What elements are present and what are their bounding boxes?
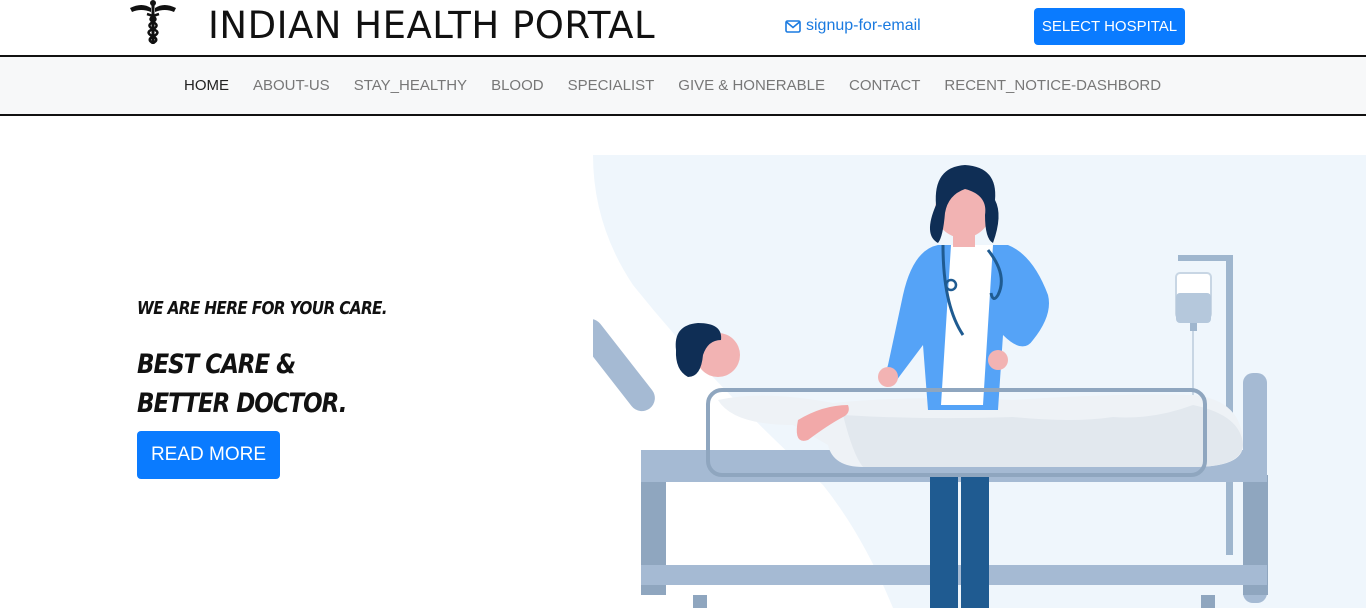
signup-email-label: signup-for-email <box>806 17 921 34</box>
main-navbar: HOME ABOUT-US STAY_HEALTHY BLOOD SPECIAL… <box>0 55 1366 116</box>
nav-item-specialist[interactable]: SPECIALIST <box>568 77 655 94</box>
hero-title-line-1: BEST CARE & <box>137 349 296 380</box>
caduceus-logo-icon[interactable] <box>128 0 178 46</box>
hero-tagline: WE ARE HERE FOR YOUR CARE. <box>137 298 388 319</box>
hero-title: BEST CARE & BETTER DOCTOR. <box>137 345 347 423</box>
nav-item-about-us[interactable]: ABOUT-US <box>253 77 330 94</box>
envelope-icon <box>785 19 801 33</box>
nav-item-give-honerable[interactable]: GIVE & HONERABLE <box>678 77 825 94</box>
signup-email-link[interactable]: signup-for-email <box>785 17 921 35</box>
nav-item-recent-notice-dashbord[interactable]: RECENT_NOTICE-DASHBORD <box>944 77 1161 94</box>
top-header: INDIAN HEALTH PORTAL signup-for-email SE… <box>0 0 1366 55</box>
site-title[interactable]: INDIAN HEALTH PORTAL <box>208 3 655 49</box>
nav-item-stay-healthy[interactable]: STAY_HEALTHY <box>354 77 467 94</box>
nav-item-home[interactable]: HOME <box>184 77 229 94</box>
read-more-button[interactable]: READ MORE <box>137 431 280 479</box>
nav-item-contact[interactable]: CONTACT <box>849 77 920 94</box>
select-hospital-button[interactable]: SELECT HOSPITAL <box>1034 8 1185 45</box>
doctor-patient-illustration <box>593 155 1366 608</box>
hero-title-line-2: BETTER DOCTOR. <box>137 388 347 419</box>
nav-list: HOME ABOUT-US STAY_HEALTHY BLOOD SPECIAL… <box>184 57 1185 114</box>
nav-item-blood[interactable]: BLOOD <box>491 77 544 94</box>
